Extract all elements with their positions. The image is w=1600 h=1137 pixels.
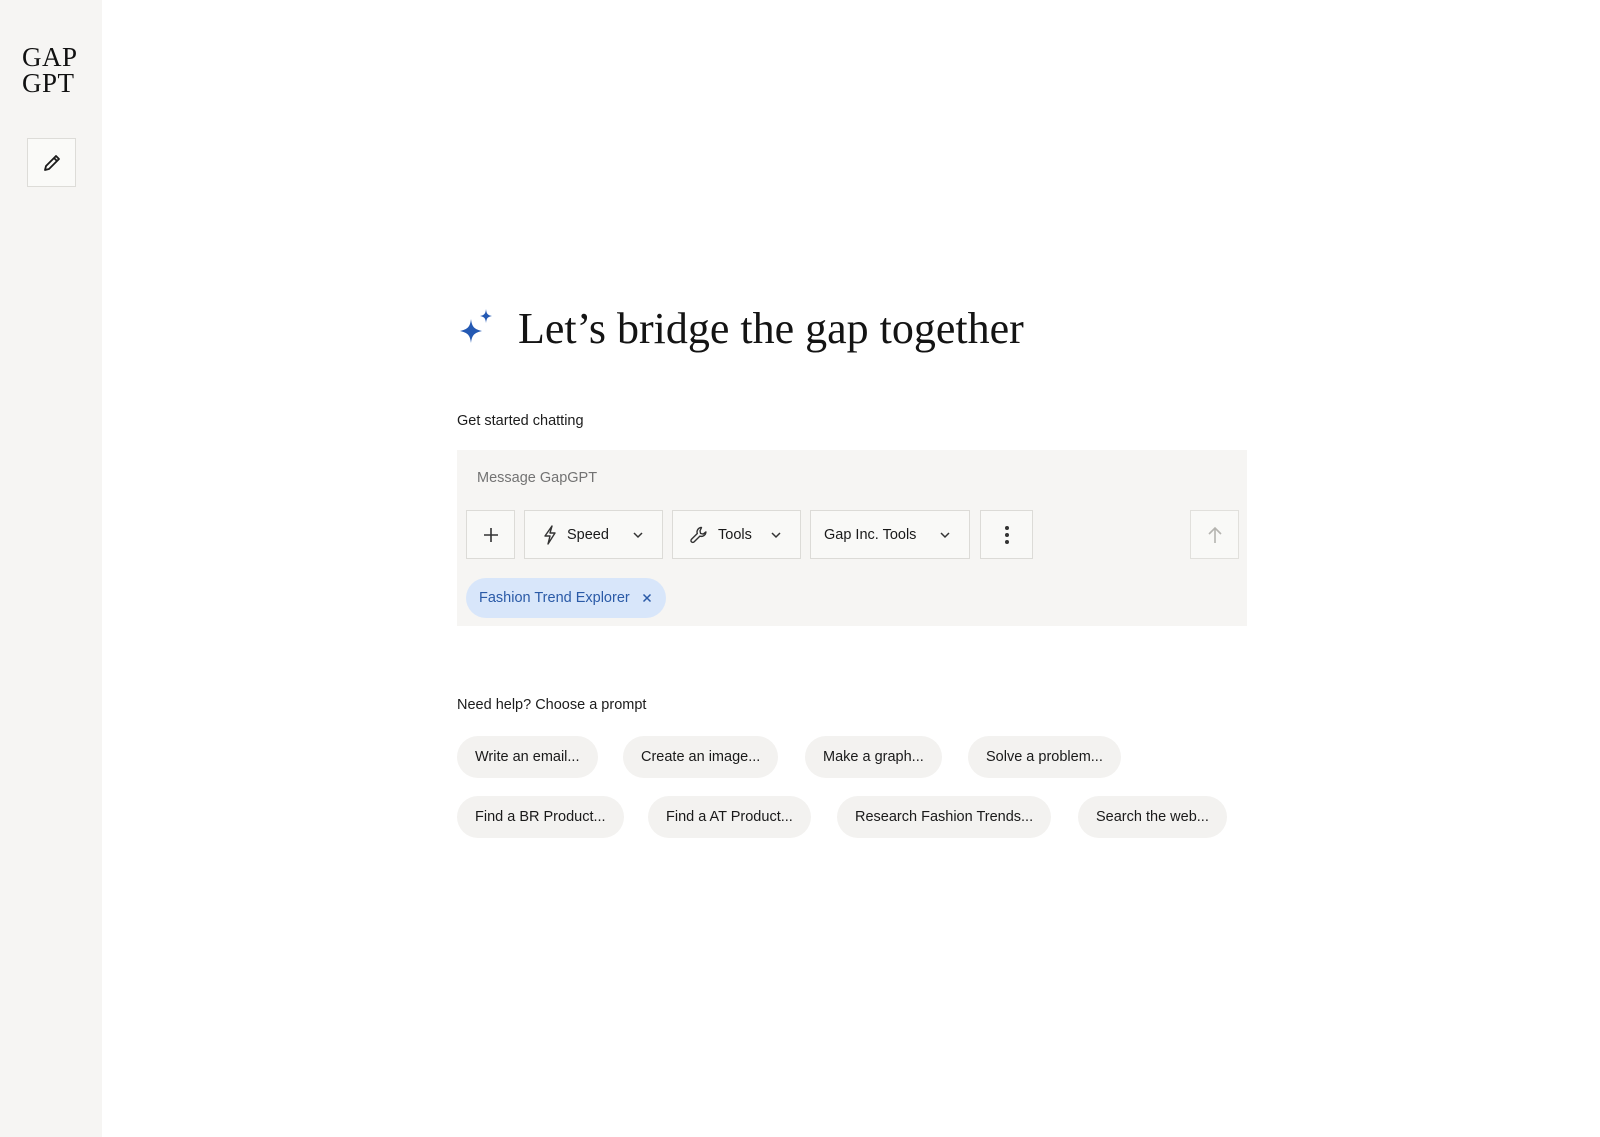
arrow-up-icon bbox=[1207, 526, 1222, 543]
send-button[interactable] bbox=[1190, 510, 1239, 559]
gap-inc-tools-label: Gap Inc. Tools bbox=[824, 526, 917, 543]
gapgpt-logo[interactable]: GAP GPT bbox=[22, 42, 82, 98]
lightning-icon bbox=[544, 524, 556, 545]
chip-remove-button[interactable] bbox=[642, 593, 652, 603]
logo-line-1: GAP bbox=[22, 42, 78, 72]
prompt-find-br-product[interactable]: Find a BR Product... bbox=[457, 796, 624, 838]
chevron-down-icon bbox=[771, 532, 781, 539]
sidebar: GAP GPT bbox=[0, 0, 102, 1137]
pencil-icon bbox=[43, 154, 60, 171]
speed-label: Speed bbox=[567, 526, 609, 543]
sparkle-icon bbox=[460, 309, 492, 343]
wrench-icon bbox=[690, 526, 707, 543]
get-started-label: Get started chatting bbox=[457, 413, 584, 429]
gap-inc-tools-dropdown[interactable]: Gap Inc. Tools bbox=[810, 510, 970, 559]
page-title: Let’s bridge the gap together bbox=[518, 303, 1024, 353]
prompt-search-web[interactable]: Search the web... bbox=[1078, 796, 1227, 838]
prompt-write-email[interactable]: Write an email... bbox=[457, 736, 598, 778]
message-composer: Speed Tools Gap Inc. Tools bbox=[457, 450, 1247, 626]
close-icon bbox=[642, 593, 651, 603]
speed-dropdown[interactable]: Speed bbox=[524, 510, 663, 559]
tools-label: Tools bbox=[718, 526, 752, 543]
chevron-down-icon bbox=[633, 532, 643, 539]
prompt-research-fashion-trends[interactable]: Research Fashion Trends... bbox=[837, 796, 1052, 838]
chip-label: Fashion Trend Explorer bbox=[479, 590, 630, 606]
chevron-down-icon bbox=[940, 532, 950, 539]
add-attachment-button[interactable] bbox=[466, 510, 515, 559]
logo-line-2: GPT bbox=[22, 68, 75, 98]
prompt-find-at-product[interactable]: Find a AT Product... bbox=[648, 796, 811, 838]
tools-dropdown[interactable]: Tools bbox=[672, 510, 801, 559]
new-chat-button[interactable] bbox=[27, 138, 76, 187]
prompt-make-graph[interactable]: Make a graph... bbox=[805, 736, 942, 778]
selected-tool-chip: Fashion Trend Explorer bbox=[466, 578, 666, 618]
prompt-solve-problem[interactable]: Solve a problem... bbox=[968, 736, 1121, 778]
vertical-dots-icon bbox=[1004, 525, 1009, 544]
prompt-create-image[interactable]: Create an image... bbox=[623, 736, 779, 778]
prompt-help-label: Need help? Choose a prompt bbox=[457, 697, 647, 713]
plus-icon bbox=[483, 527, 498, 542]
message-input[interactable] bbox=[477, 470, 1217, 486]
more-options-button[interactable] bbox=[980, 510, 1033, 559]
hero: Let’s bridge the gap together bbox=[456, 300, 1024, 356]
